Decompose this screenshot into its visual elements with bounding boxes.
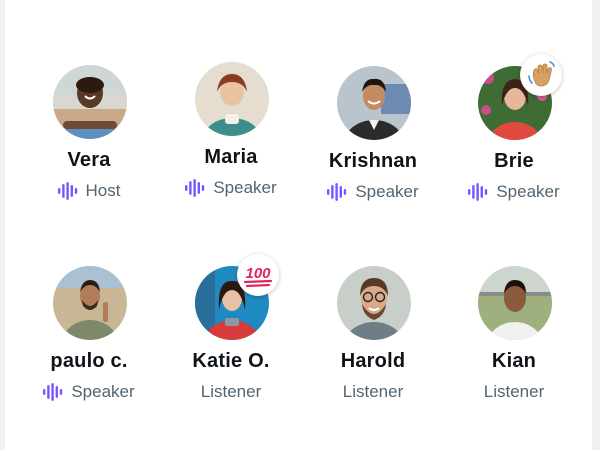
participant-name: paulo c. [50,350,128,372]
reaction-badge: 100 [237,254,279,296]
participant-name: Katie O. [192,350,270,372]
avatar-image [337,66,411,140]
participant-role: Host [18,181,160,201]
participant-maria[interactable]: Maria Speaker [160,62,302,212]
avatar-wrap [478,54,562,140]
participant-role: Speaker [302,182,444,202]
role-label: Listener [483,382,545,401]
avatar-wrap [195,62,269,136]
avatar [337,266,411,340]
participant-krishnan[interactable]: Krishnan Speaker [302,66,444,216]
avatar-image [478,266,552,340]
participant-role: Listener [302,382,444,402]
participant-name: Kian [491,350,537,372]
role-label: Speaker [213,178,277,197]
participant-name: Krishnan [328,150,418,172]
role-label: Speaker [71,382,135,401]
participant-role: Speaker [443,182,585,202]
participant-name: Brie [494,150,534,172]
avatar [53,266,127,340]
audio-waveform-icon [468,183,488,201]
avatar-image [337,266,411,340]
avatar-image [53,266,127,340]
avatar-wrap [53,65,127,139]
participant-kian[interactable]: Kian Listener [443,266,585,416]
avatar [195,62,269,136]
role-label: Speaker [496,182,560,201]
role-label: Listener [342,382,404,401]
space-participants-panel: Vera Host Maria Speaker Krishnan Speaker… [5,0,592,450]
audio-waveform-icon [327,183,347,201]
participant-katie-o[interactable]: 100 Katie O. Listener [160,254,302,416]
participant-paulo-c[interactable]: paulo c. Speaker [18,266,160,416]
avatar [337,66,411,140]
role-label: Listener [200,382,262,401]
participant-role: Listener [443,382,585,402]
participant-name: Harold [340,350,406,372]
avatar [53,65,127,139]
avatar-wrap [478,266,552,340]
avatar [478,266,552,340]
avatar-wrap [337,266,411,340]
avatar-wrap [53,266,127,340]
avatar-wrap [337,66,411,140]
participant-name: Vera [67,149,111,171]
participant-role: Speaker [18,382,160,402]
waving-hand-icon [528,61,555,87]
hundred-points-text: 100 [245,265,271,282]
participant-brie[interactable]: Brie Speaker [443,54,585,216]
participant-role: Speaker [160,178,302,198]
audio-waveform-icon [57,182,77,200]
participant-vera[interactable]: Vera Host [18,65,160,215]
participant-name: Maria [204,146,258,168]
avatar-wrap: 100 [195,254,279,340]
avatar-image [195,62,269,136]
role-label: Speaker [355,182,419,201]
screen: Vera Host Maria Speaker Krishnan Speaker… [0,0,600,450]
audio-waveform-icon [185,179,205,197]
avatar-image [53,65,127,139]
participant-grid: Vera Host Maria Speaker Krishnan Speaker… [5,0,592,450]
role-label: Host [85,181,121,200]
hundred-points-icon: 100 [243,265,273,288]
audio-waveform-icon [43,383,63,401]
participant-role: Listener [160,382,302,402]
participant-harold[interactable]: Harold Listener [302,266,444,416]
reaction-badge [520,54,562,96]
